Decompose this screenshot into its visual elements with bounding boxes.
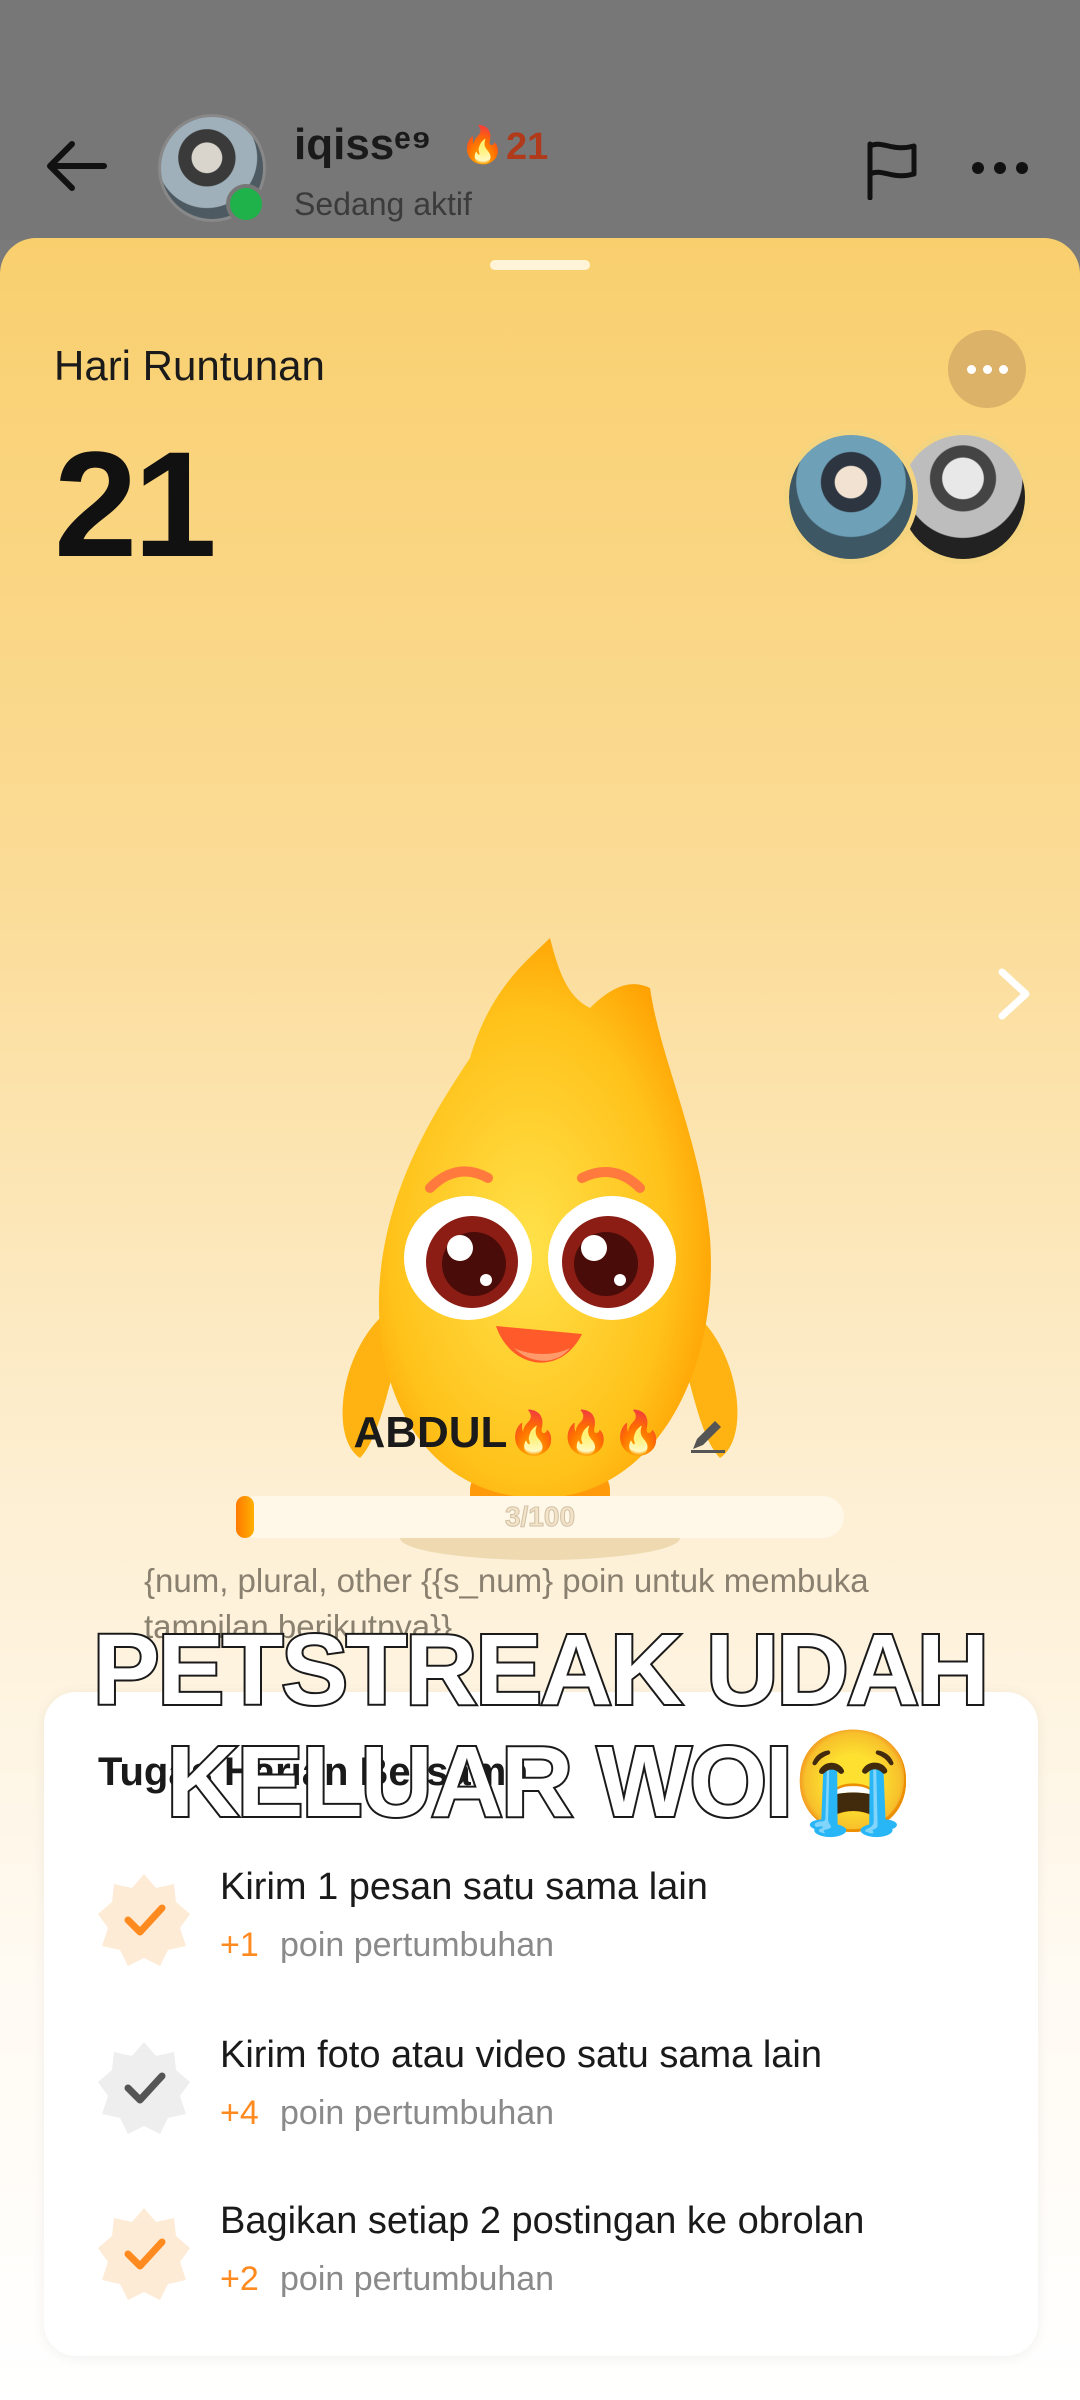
sheet-more-button[interactable]: [948, 330, 1026, 408]
pet-name-row: ABDUL🔥🔥🔥: [0, 1408, 1080, 1458]
avatar-user: [784, 430, 918, 564]
more-horizontal-icon[interactable]: [972, 152, 1036, 184]
caption-line-2: KELUAR WOI😭: [0, 1724, 1080, 1840]
task-title: Kirim 1 pesan satu sama lain: [220, 1866, 708, 1908]
check-badge-icon: [98, 2042, 190, 2134]
task-item[interactable]: Bagikan setiap 2 postingan ke obrolan +2…: [94, 2196, 994, 2326]
task-points-label: poin pertumbuhan: [280, 2094, 555, 2132]
edit-pencil-icon[interactable]: [687, 1415, 727, 1455]
username[interactable]: iqissᵉ⁹: [294, 120, 432, 170]
task-points-label: poin pertumbuhan: [280, 1926, 555, 1964]
growth-progress-bar: 3/100: [236, 1496, 844, 1538]
video-caption-overlay: PETSTREAK UDAH KELUAR WOI😭: [0, 1612, 1080, 1840]
task-points: +4: [220, 2094, 259, 2132]
active-status: Sedang aktif: [294, 186, 472, 222]
sheet-drag-handle[interactable]: [490, 260, 590, 270]
check-badge-icon: [98, 2208, 190, 2300]
task-points: +1: [220, 1926, 259, 1964]
crying-emoji-icon: 😭: [790, 1726, 916, 1838]
fire-icons: 🔥🔥🔥: [507, 1409, 665, 1456]
flag-icon[interactable]: [862, 138, 922, 200]
header-streak-count: 21: [506, 126, 549, 168]
task-title: Bagikan setiap 2 postingan ke obrolan: [220, 2200, 865, 2242]
chevron-right-icon[interactable]: [990, 964, 1038, 1024]
task-item[interactable]: Kirim foto atau video satu sama lain +4 …: [94, 2030, 994, 2160]
task-points: +2: [220, 2260, 259, 2298]
chat-header: iqissᵉ⁹ 🔥 21 Sedang aktif: [0, 0, 1080, 240]
arrow-left-icon[interactable]: [44, 138, 108, 194]
task-points-label: poin pertumbuhan: [280, 2260, 555, 2298]
pet-mascot[interactable]: [320, 878, 760, 1578]
check-badge-icon: [98, 1874, 190, 1966]
caption-line-2-text: KELUAR WOI: [165, 1724, 795, 1840]
task-title: Kirim foto atau video satu sama lain: [220, 2034, 822, 2076]
streak-days-count: 21: [54, 420, 217, 588]
progress-label: 3/100: [504, 1501, 576, 1533]
caption-line-1: PETSTREAK UDAH: [91, 1612, 991, 1728]
task-item[interactable]: Kirim 1 pesan satu sama lain +1 poin per…: [94, 1862, 994, 1992]
pet-name: ABDUL: [353, 1408, 508, 1457]
sheet-title: Hari Runtunan: [54, 342, 325, 389]
fire-icon: 🔥: [460, 124, 505, 165]
online-indicator: [226, 184, 266, 224]
participant-avatars: [784, 430, 1030, 570]
